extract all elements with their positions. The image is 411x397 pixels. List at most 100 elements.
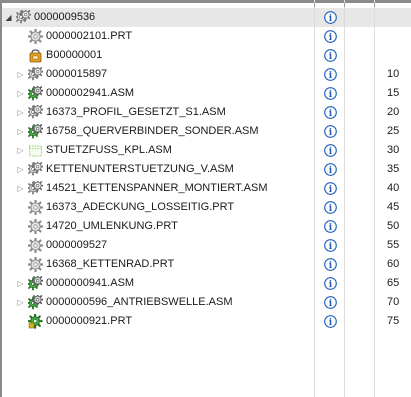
tree-row-label[interactable]: 0000002101.PRT — [46, 30, 132, 43]
tree-row-label[interactable]: 0000009527 — [46, 239, 107, 252]
tree-row-label[interactable]: 16368_KETTENRAD.PRT — [46, 258, 174, 271]
find-number: 25 — [387, 125, 400, 137]
info-icon[interactable]: i — [324, 125, 337, 138]
part-icon — [28, 29, 43, 44]
tree-row[interactable]: 16373_ADECKUNG_LOSSEITIG.PRT i 45 — [2, 198, 411, 217]
assembly-icon — [16, 10, 31, 25]
info-icon[interactable]: i — [324, 30, 337, 43]
green-assembly-icon — [28, 276, 43, 291]
part-icon — [28, 200, 43, 215]
expand-arrow-icon[interactable]: ▷ — [16, 298, 25, 307]
tree-row-label[interactable]: 16373_PROFIL_GESETZT_S1.ASM — [46, 106, 226, 119]
find-number: 20 — [387, 106, 400, 118]
find-number: 70 — [387, 296, 400, 308]
tree-row-label[interactable]: 0000000596_ANTRIEBSWELLE.ASM — [46, 296, 233, 309]
tree-row[interactable]: 0000000921.PRT i 75 — [2, 312, 411, 331]
find-number: 55 — [387, 239, 400, 251]
info-icon[interactable]: i — [324, 182, 337, 195]
svg-text:i: i — [329, 33, 333, 43]
info-icon[interactable]: i — [324, 106, 337, 119]
svg-text:i: i — [329, 261, 333, 271]
svg-text:i: i — [329, 223, 333, 233]
svg-text:i: i — [329, 204, 333, 214]
info-icon[interactable]: i — [324, 87, 337, 100]
tree-row-label[interactable]: B00000001 — [46, 49, 102, 62]
svg-text:i: i — [329, 185, 333, 195]
find-number: 75 — [387, 315, 400, 327]
tree-row[interactable]: ▷ 16373_PROFIL_GESETZT_S1.ASM i 20 — [2, 103, 411, 122]
find-number: 65 — [387, 277, 400, 289]
column-header-divider[interactable] — [374, 3, 375, 7]
part-icon — [28, 219, 43, 234]
top-border — [0, 0, 411, 3]
find-number: 50 — [387, 220, 400, 232]
tree-row[interactable]: ▷ 0000000596_ANTRIEBSWELLE.ASM i 70 — [2, 293, 411, 312]
tree-row[interactable]: 0000002101.PRT i — [2, 27, 411, 46]
tree-row-label[interactable]: 0000009536 — [34, 11, 95, 24]
info-icon[interactable]: i — [324, 163, 337, 176]
expand-arrow-icon[interactable]: ▷ — [16, 70, 25, 79]
find-number: 15 — [387, 87, 400, 99]
tree-row-label[interactable]: 0000000921.PRT — [46, 315, 132, 328]
expand-arrow-icon[interactable]: ▷ — [16, 279, 25, 288]
tree-row-label[interactable]: 0000002941.ASM — [46, 87, 134, 100]
info-icon[interactable]: i — [324, 144, 337, 157]
svg-text:i: i — [329, 242, 333, 252]
assembly-icon — [28, 162, 43, 177]
tree-row[interactable]: ▷ 0000000941.ASM i 65 — [2, 274, 411, 293]
expand-arrow-icon[interactable]: ▷ — [16, 127, 25, 136]
info-icon[interactable]: i — [324, 68, 337, 81]
tree-row-label[interactable]: KETTENUNTERSTUETZUNG_V.ASM — [46, 163, 234, 176]
column-header-divider[interactable] — [344, 3, 345, 7]
expand-arrow-icon[interactable]: ▷ — [16, 108, 25, 117]
info-icon[interactable]: i — [324, 239, 337, 252]
tree-row[interactable]: B00000001 i — [2, 46, 411, 65]
svg-text:i: i — [329, 52, 333, 62]
tree-row[interactable]: ▷ 16758_QUERVERBINDER_SONDER.ASM i 25 — [2, 122, 411, 141]
expand-arrow-icon[interactable]: ▷ — [16, 89, 25, 98]
find-number: 40 — [387, 182, 400, 194]
expand-arrow-icon[interactable]: ▷ — [16, 184, 25, 193]
tree-row[interactable]: ◢ 0000009536 i — [2, 8, 411, 27]
svg-text:i: i — [329, 128, 333, 138]
tree-row[interactable]: 0000009527 i 55 — [2, 236, 411, 255]
tree-row[interactable]: ▷ KETTENUNTERSTUETZUNG_V.ASM i 35 — [2, 160, 411, 179]
find-number: 60 — [387, 258, 400, 270]
assembly-icon — [28, 105, 43, 120]
tree-row[interactable]: 16368_KETTENRAD.PRT i 60 — [2, 255, 411, 274]
svg-text:i: i — [329, 71, 333, 81]
info-icon[interactable]: i — [324, 220, 337, 233]
tree-row[interactable]: ▷ 14521_KETTENSPANNER_MONTIERT.ASM i 40 — [2, 179, 411, 198]
green-assembly-icon — [28, 124, 43, 139]
info-icon[interactable]: i — [324, 315, 337, 328]
expand-arrow-icon[interactable]: ▷ — [16, 165, 25, 174]
info-icon[interactable]: i — [324, 277, 337, 290]
find-number: 45 — [387, 201, 400, 213]
info-icon[interactable]: i — [324, 258, 337, 271]
tree-row-label[interactable]: 16373_ADECKUNG_LOSSEITIG.PRT — [46, 201, 234, 214]
tree-row[interactable]: 14720_UMLENKUNG.PRT i 50 — [2, 217, 411, 236]
tree-row-label[interactable]: 0000000941.ASM — [46, 277, 134, 290]
column-header-divider[interactable] — [314, 3, 315, 7]
bulk-item-icon — [28, 48, 43, 63]
info-icon[interactable]: i — [324, 49, 337, 62]
svg-text:i: i — [329, 280, 333, 290]
collapse-arrow-icon[interactable]: ◢ — [4, 13, 13, 22]
info-icon[interactable]: i — [324, 201, 337, 214]
find-number: 35 — [387, 163, 400, 175]
tree-row-label[interactable]: 0000015897 — [46, 68, 107, 81]
tree-row-label[interactable]: 14521_KETTENSPANNER_MONTIERT.ASM — [46, 182, 268, 195]
tree-row-label[interactable]: 14720_UMLENKUNG.PRT — [46, 220, 178, 233]
assembly-icon — [28, 67, 43, 82]
left-border — [0, 0, 2, 397]
expand-arrow-icon[interactable]: ▷ — [16, 146, 25, 155]
tree-row[interactable]: ▷ STUETZFUSS_KPL.ASM i 30 — [2, 141, 411, 160]
tree-row-label[interactable]: STUETZFUSS_KPL.ASM — [46, 144, 172, 157]
info-icon[interactable]: i — [324, 296, 337, 309]
tree-row-label[interactable]: 16758_QUERVERBINDER_SONDER.ASM — [46, 125, 259, 138]
find-number: 10 — [387, 68, 400, 80]
tree-row[interactable]: ▷ 0000015897 i 10 — [2, 65, 411, 84]
tree-row[interactable]: ▷ 0000002941.ASM i 15 — [2, 84, 411, 103]
info-icon[interactable]: i — [324, 11, 337, 24]
svg-text:i: i — [329, 109, 333, 119]
